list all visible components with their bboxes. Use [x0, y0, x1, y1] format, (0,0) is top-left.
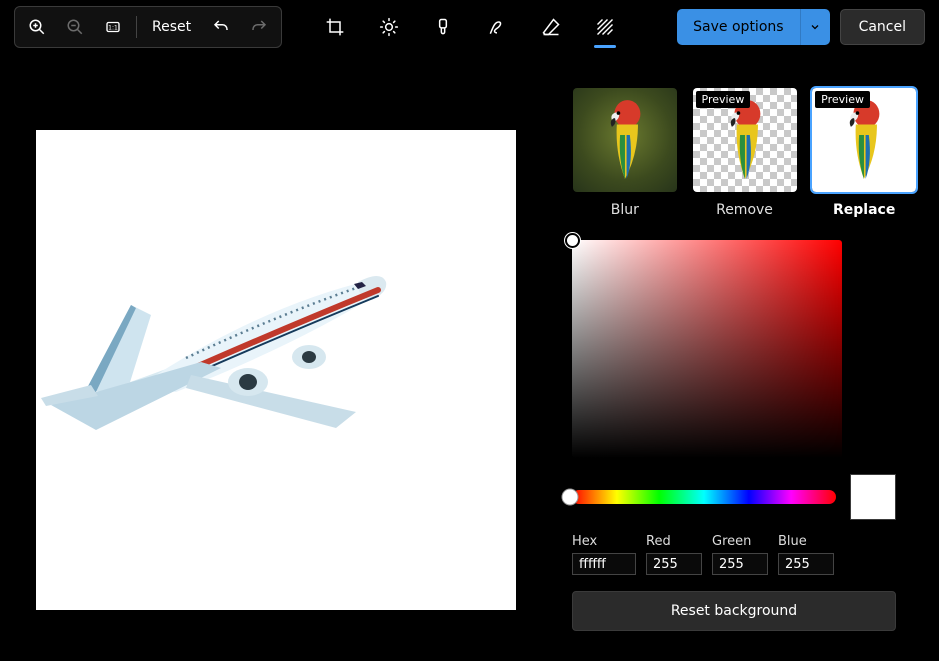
hex-label: Hex [572, 534, 636, 549]
green-field-col: Green [712, 534, 768, 575]
brightness-icon [379, 17, 399, 37]
cancel-button[interactable]: Cancel [840, 9, 925, 45]
separator [136, 16, 137, 38]
color-sv-picker[interactable] [572, 240, 842, 458]
preview-badge: Preview [696, 91, 751, 108]
parrot-icon [600, 96, 650, 185]
bg-option-label: Remove [716, 202, 773, 218]
color-sv-thumb[interactable] [565, 233, 580, 248]
red-label: Red [646, 534, 702, 549]
green-label: Green [712, 534, 768, 549]
markup-tool[interactable] [480, 5, 514, 49]
hex-field-col: Hex [572, 534, 636, 575]
canvas-area [0, 60, 560, 661]
preview-badge: Preview [815, 91, 870, 108]
adjust-tool[interactable] [372, 5, 406, 49]
bg-option-replace-thumb[interactable]: Preview [812, 88, 916, 192]
red-input[interactable] [646, 553, 702, 575]
redo-button[interactable] [241, 10, 277, 44]
undo-button[interactable] [203, 10, 239, 44]
zoom-out-button[interactable] [57, 10, 93, 44]
background-options: Blur Preview Remove [572, 88, 917, 218]
reset-background-button[interactable]: Reset background [572, 591, 896, 631]
edit-tools [318, 5, 622, 49]
hue-slider[interactable] [572, 490, 836, 504]
markup-icon [487, 17, 507, 37]
reset-zoom-button[interactable]: Reset [142, 10, 201, 44]
zoom-in-icon [28, 18, 46, 36]
zoom-in-button[interactable] [19, 10, 55, 44]
hex-input[interactable] [572, 553, 636, 575]
bg-option-label: Blur [611, 202, 639, 218]
parrot-icon [720, 96, 770, 185]
airplane-image [36, 130, 516, 610]
image-canvas[interactable] [36, 130, 516, 610]
crop-tool[interactable] [318, 5, 352, 49]
action-buttons: Save options Cancel [677, 9, 925, 45]
bg-option-blur: Blur [572, 88, 678, 218]
zoom-out-icon [66, 18, 84, 36]
bg-option-label: Replace [833, 202, 895, 218]
zoom-fit-button[interactable]: 1:1 [95, 10, 131, 44]
background-panel: Blur Preview Remove [560, 60, 939, 661]
undo-icon [212, 18, 230, 36]
fit-icon: 1:1 [104, 18, 122, 36]
bg-option-blur-thumb[interactable] [573, 88, 677, 192]
redo-icon [250, 18, 268, 36]
bg-option-replace: Preview Replace [811, 88, 917, 218]
filter-icon [433, 17, 453, 37]
blue-input[interactable] [778, 553, 834, 575]
top-toolbar: 1:1 Reset Save options [0, 0, 939, 54]
eraser-icon [541, 17, 561, 37]
main-area: Blur Preview Remove [0, 60, 939, 661]
bg-option-remove: Preview Remove [692, 88, 798, 218]
hue-row [572, 474, 896, 520]
filter-tool[interactable] [426, 5, 460, 49]
save-options-split-button: Save options [677, 9, 829, 45]
crop-icon [325, 17, 345, 37]
blue-field-col: Blue [778, 534, 834, 575]
parrot-icon [839, 96, 889, 185]
background-tool[interactable] [588, 5, 622, 49]
background-icon [595, 17, 615, 37]
save-options-dropdown[interactable] [800, 9, 830, 45]
svg-text:1:1: 1:1 [108, 24, 118, 31]
color-value-inputs: Hex Red Green Blue [572, 534, 896, 575]
bg-option-remove-thumb[interactable]: Preview [693, 88, 797, 192]
green-input[interactable] [712, 553, 768, 575]
save-options-button[interactable]: Save options [677, 9, 799, 45]
erase-tool[interactable] [534, 5, 568, 49]
blue-label: Blue [778, 534, 834, 549]
hue-slider-thumb[interactable] [562, 489, 579, 506]
current-color-swatch [850, 474, 896, 520]
red-field-col: Red [646, 534, 702, 575]
chevron-down-icon [809, 21, 821, 33]
zoom-group: 1:1 Reset [14, 6, 282, 48]
